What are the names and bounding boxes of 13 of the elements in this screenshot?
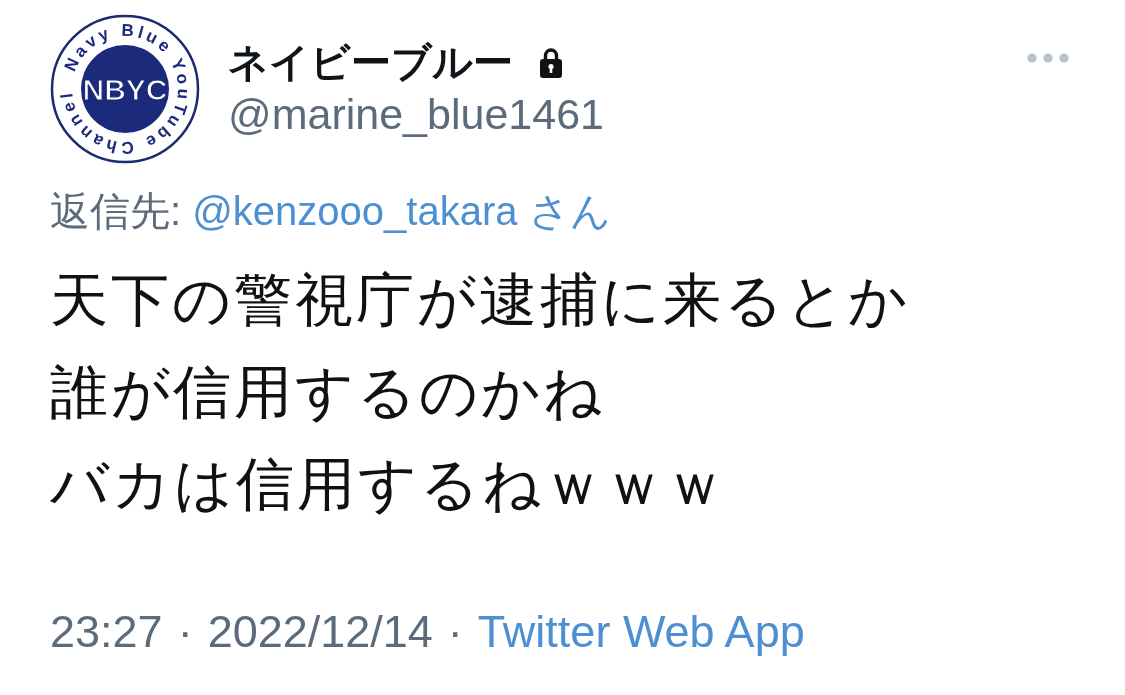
tweet-date: 2022/12/14 — [207, 606, 433, 658]
separator-dot: · — [177, 606, 193, 658]
tweet-time: 23:27 — [50, 606, 163, 658]
user-handle[interactable]: @marine_blue1461 — [228, 88, 604, 140]
tweet-text-line: バカは信用するねｗｗｗ — [50, 450, 727, 518]
separator-dot: · — [447, 606, 463, 658]
tweet-text-line: 天下の警視庁が逮捕に来るとか — [50, 266, 910, 334]
mention-link[interactable]: @kenzooo_takara — [192, 189, 518, 233]
more-options-icon[interactable] — [1027, 53, 1069, 63]
reply-context: 返信先: @kenzooo_takara さん — [50, 188, 611, 235]
source-link[interactable]: Twitter Web App — [477, 606, 805, 658]
tweet-text-line: 誰が信用するのかね — [50, 358, 605, 426]
display-name[interactable]: ネイビーブルー — [228, 38, 513, 86]
